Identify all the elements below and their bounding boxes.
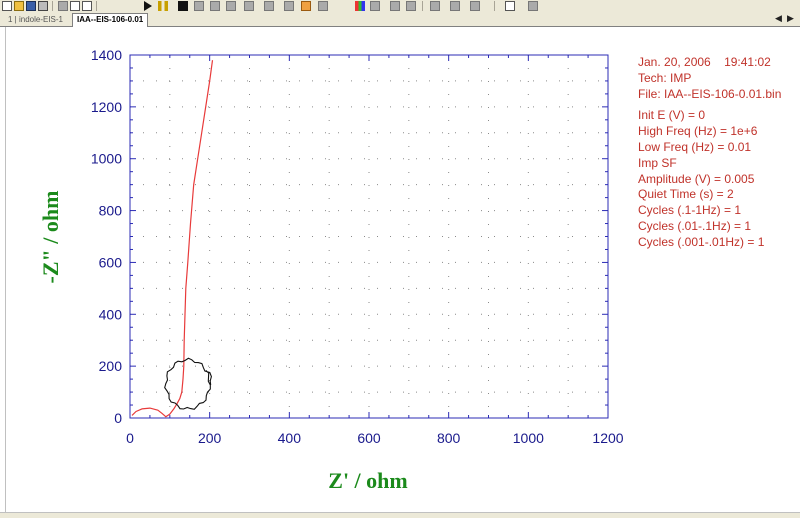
info-quiet-time: Quiet Time (s) = 2	[638, 187, 734, 202]
info-cycles-1: Cycles (.1-1Hz) = 1	[638, 203, 742, 218]
y-tick-label: 800	[99, 203, 123, 219]
info-amplitude: Amplitude (V) = 0.005	[638, 171, 755, 186]
info-cycles-2: Cycles (.01-.1Hz) = 1	[638, 218, 752, 233]
info-file: File: IAA--EIS-106-0.01.bin	[638, 86, 782, 101]
info-low-freq: Low Freq (Hz) = 0.01	[638, 139, 752, 154]
x-tick-labels: 0 200 400 600 800 1000 1200	[126, 430, 624, 446]
y-axis-title: -Z" / ohm	[38, 191, 63, 284]
x-tick-label: 200	[198, 430, 222, 446]
experiment-info: Jan. 20, 2006 19:41:02 Tech: IMP File: I…	[638, 55, 781, 251]
window-frame-bottom	[0, 512, 800, 518]
info-time: 19:41:02	[724, 55, 771, 69]
info-tech: Tech: IMP	[638, 70, 692, 85]
info-date: Jan. 20, 2006	[638, 55, 711, 69]
info-cycles-3: Cycles (.001-.01Hz) = 1	[638, 234, 765, 249]
x-tick-label: 1200	[592, 430, 623, 446]
y-tick-label: 400	[99, 306, 123, 322]
x-axis-title: Z' / ohm	[328, 468, 407, 493]
hand-drawn-circle	[164, 357, 212, 410]
y-tick-label: 200	[99, 358, 123, 374]
y-tick-label: 0	[114, 410, 122, 426]
info-imp-sf: Imp SF	[638, 155, 677, 170]
info-high-freq: High Freq (Hz) = 1e+6	[638, 124, 758, 139]
x-tick-label: 800	[437, 430, 461, 446]
annotation-layer	[164, 357, 212, 410]
y-tick-label: 1400	[91, 47, 122, 63]
x-tick-label: 1000	[513, 430, 544, 446]
y-tick-label: 1000	[91, 151, 122, 167]
y-tick-labels: 0 200 400 600 800 1000 1200 1400	[91, 47, 122, 426]
x-tick-label: 400	[278, 430, 302, 446]
x-tick-label: 0	[126, 430, 134, 446]
y-tick-label: 1200	[91, 99, 122, 115]
x-tick-label: 600	[357, 430, 381, 446]
info-init-e: Init E (V) = 0	[638, 108, 706, 123]
y-tick-label: 600	[99, 254, 123, 270]
info-datetime: Jan. 20, 2006 19:41:02	[638, 55, 781, 71]
